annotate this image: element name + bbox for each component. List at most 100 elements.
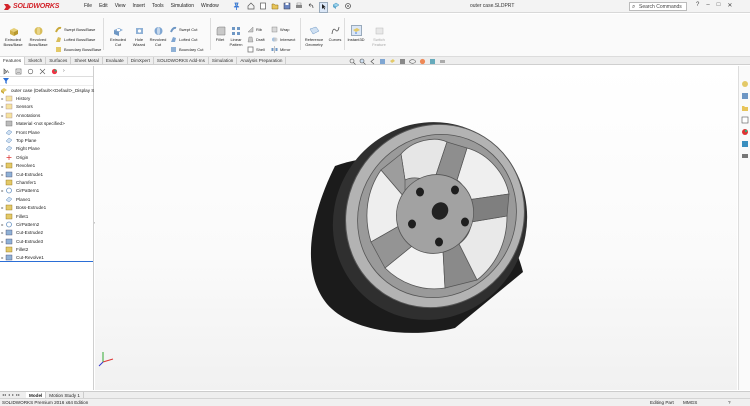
instant3d-button[interactable]: Instant3D [345,25,367,42]
tree-item[interactable]: ▸ Cut-Revolve1 [0,254,93,262]
options-icon[interactable] [344,2,352,13]
dimxpert-manager-icon[interactable] [39,68,46,75]
tab-sketch[interactable]: Sketch [25,57,47,65]
tree-item[interactable]: ▸ Cut-Extrude3 [0,237,93,245]
hole-wizard-button[interactable]: Hole Wizard [129,25,149,47]
restore-button[interactable]: □ [717,2,721,9]
intersect-button[interactable]: Intersect [271,36,295,43]
tree-item[interactable]: Fillet1 [0,212,93,220]
tree-root-part[interactable]: outer case (Default<<Default>_Display S [0,86,94,94]
tree-item[interactable]: ▸ Revolve1 [0,162,93,170]
revolved-boss-button[interactable]: Revolved Boss/Base [27,25,49,47]
previous-view-icon[interactable] [369,58,376,65]
zoom-area-icon[interactable] [359,58,366,65]
switch-feature-button[interactable]: Switch Feature [368,25,390,47]
appearances-icon[interactable] [741,128,749,136]
print-icon[interactable] [295,2,303,13]
tree-item[interactable]: Origin [0,153,93,161]
minimize-button[interactable]: – [706,2,709,9]
configuration-manager-icon[interactable] [27,68,34,75]
menu-insert[interactable]: Insert [132,3,145,9]
boundary-cut-button[interactable]: Boundary Cut [170,46,203,53]
new-document-icon[interactable] [259,2,267,13]
solidworks-resources-icon[interactable] [741,80,749,88]
status-help[interactable]: ? [728,400,731,405]
unit-system[interactable]: MMGS [683,400,697,405]
open-icon[interactable] [271,2,279,13]
tree-item[interactable]: Top Plane [0,136,93,144]
graphics-area[interactable] [95,66,737,390]
tab-dimxpert[interactable]: DimXpert [128,57,154,65]
view-palette-icon[interactable] [741,116,749,124]
filter-icon[interactable] [3,78,9,84]
shell-button[interactable]: Shell [247,46,265,53]
tree-item[interactable]: Chamfer1 [0,178,93,186]
tab-surfaces[interactable]: Surfaces [46,57,72,65]
design-library-icon[interactable] [741,92,749,100]
tree-item[interactable]: Front Plane [0,128,93,136]
menu-view[interactable]: View [115,3,126,9]
linear-pattern-button[interactable]: Linear Pattern [228,25,244,47]
menu-window[interactable]: Window [201,3,219,9]
rebuild-icon[interactable] [332,2,340,13]
display-manager-icon[interactable] [51,68,58,75]
swept-boss-button[interactable]: Swept Boss/Base [55,26,95,33]
tree-item[interactable]: ▸ CirPattern1 [0,187,93,195]
tree-item[interactable]: ▸ Boss-Extrude1 [0,204,93,212]
tab-features[interactable]: Features [0,57,26,65]
boundary-boss-button[interactable]: Boundary Boss/Base [55,46,101,53]
tab-analysis-preparation[interactable]: Analysis Preparation [237,57,287,65]
home-icon[interactable] [247,2,255,13]
tree-item[interactable]: Plane1 [0,195,93,203]
file-explorer-icon[interactable] [741,104,749,112]
tab-simulation[interactable]: Simulation [209,57,238,65]
pin-icon[interactable] [233,2,240,10]
extruded-cut-button[interactable]: Extruded Cut [107,25,129,47]
tree-item[interactable]: ▸ Annotations [0,111,93,119]
apply-scene-icon[interactable] [429,58,436,65]
tree-item[interactable]: ▸ Sensors [0,103,93,111]
tree-item[interactable]: Right Plane [0,145,93,153]
mirror-button[interactable]: Mirror [271,46,290,53]
revolved-cut-button[interactable]: Revolved Cut [148,25,168,47]
fillet-button[interactable]: Fillet [213,25,227,42]
lofted-cut-button[interactable]: Lofted Cut [170,36,197,43]
custom-properties-icon[interactable] [741,140,749,148]
tree-item[interactable]: ▸ Cut-Extrude2 [0,229,93,237]
tree-item[interactable]: Fillet2 [0,246,93,254]
menu-tools[interactable]: Tools [152,3,164,9]
menu-edit[interactable]: Edit [99,3,108,9]
tree-item[interactable]: ▸ Cut-Extrude1 [0,170,93,178]
save-icon[interactable] [283,2,291,13]
property-manager-icon[interactable] [15,68,22,75]
zoom-to-fit-icon[interactable] [349,58,356,65]
lofted-boss-button[interactable]: Lofted Boss/Base [55,36,95,43]
draft-button[interactable]: Draft [247,36,265,43]
curves-button[interactable]: Curves [327,25,343,42]
tree-item[interactable]: ▸ History [0,94,93,102]
undo-icon[interactable] [307,2,315,13]
tab-addins[interactable]: SOLIDWORKS Add-Ins [154,57,209,65]
hide-show-items-icon[interactable] [409,58,416,65]
wheel-model[interactable] [95,66,737,390]
search-commands-input[interactable]: ⌕ Search Commands [629,2,687,11]
solidworks-logo[interactable]: SOLIDWORKS [3,2,59,11]
select-icon[interactable] [319,2,328,13]
wrap-button[interactable]: Wrap [271,26,289,33]
menu-file[interactable]: File [84,3,92,9]
reference-geometry-button[interactable]: Reference Geometry [302,25,326,47]
tree-item[interactable]: ▸ CirPattern2 [0,220,93,228]
view-orientation-icon[interactable] [389,58,396,65]
extruded-boss-button[interactable]: Extruded Boss/Base [3,25,23,47]
help-icon[interactable]: ? [696,2,699,9]
close-button[interactable]: ✕ [727,2,732,9]
rib-button[interactable]: Rib [247,26,262,33]
feature-manager-icon[interactable] [3,68,10,75]
tab-evaluate[interactable]: Evaluate [103,57,128,65]
display-style-icon[interactable] [399,58,406,65]
panel-expand-icon[interactable]: › [63,68,70,75]
tree-item[interactable]: Material <not specified> [0,120,93,128]
menu-simulation[interactable]: Simulation [171,3,194,9]
section-view-icon[interactable] [379,58,386,65]
view-settings-icon[interactable] [439,58,446,65]
